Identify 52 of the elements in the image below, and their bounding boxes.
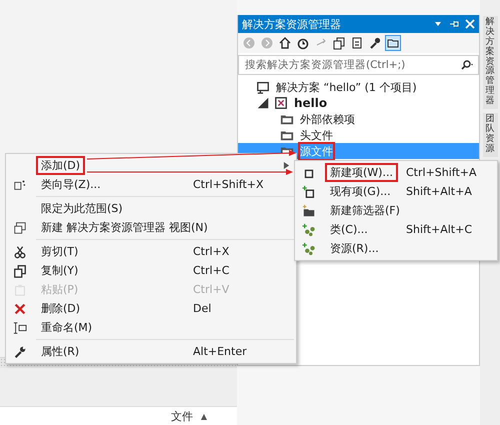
tree-item[interactable]: hello — [238, 95, 479, 111]
menu-label: 资源(R)... — [329, 241, 380, 257]
sort-indicator: ▲ — [200, 412, 207, 420]
menu-label: 属性(R) — [40, 344, 80, 360]
tree-item[interactable]: 外部依赖项 — [238, 111, 479, 127]
menu-item[interactable]: 限定为此范围(S) — [8, 199, 294, 218]
tree-label: 解决方案 “hello” (1 个项目) — [275, 80, 418, 96]
menu-label: 删除(D) — [40, 301, 82, 317]
menu-label: 添加(D) — [36, 156, 86, 175]
menu-label: 重命名(M) — [40, 320, 94, 336]
menu-label: 限定为此范围(S) — [40, 201, 124, 217]
tree-label: hello — [293, 95, 328, 112]
shortcut-text: Ctrl+Shift+A — [406, 166, 478, 179]
tree-label: 头文件 — [299, 128, 334, 144]
tree-item[interactable]: 解决方案 “hello” (1 个项目) — [238, 79, 479, 95]
panel-title: 解决方案资源管理器 — [242, 16, 342, 32]
menu-label: 类(C)... — [329, 222, 369, 238]
menu-item[interactable]: 剪切(T) Ctrl+X — [8, 242, 294, 261]
tree-label: 外部依赖项 — [299, 112, 356, 128]
menu-item[interactable]: 重命名(M) — [8, 318, 294, 337]
menu-item[interactable]: 属性(R) Alt+Enter — [8, 342, 294, 361]
side-tab[interactable]: 解决方案资源管理器 — [482, 16, 498, 110]
menu-label: 新建 解决方案资源管理器 视图(N) — [40, 220, 209, 236]
menu-label: 剪切(T) — [40, 244, 80, 260]
column-header[interactable]: 文件 — [170, 408, 193, 424]
shortcut-text: Ctrl+X — [193, 245, 230, 258]
menu-label: 类向导(Z)... — [40, 177, 102, 193]
shortcut-text: Ctrl+C — [193, 264, 230, 277]
menu-item[interactable]: 添加(D) — [8, 156, 294, 175]
menu-label: 新建项(W)... — [325, 163, 398, 182]
tree-item[interactable]: 头文件 — [238, 127, 479, 143]
menu-item[interactable]: 复制(Y) Ctrl+C — [8, 261, 294, 280]
menu-item[interactable]: 资源(R)... — [297, 239, 495, 258]
menu-item[interactable]: 删除(D) Del — [8, 299, 294, 318]
menu-item[interactable]: 现有项(G)... Shift+Alt+A — [297, 182, 495, 201]
menu-label: 新建筛选器(F) — [329, 203, 401, 219]
shortcut-text: Ctrl+V — [193, 283, 230, 296]
shortcut-text: Ctrl+Shift+X — [193, 178, 265, 191]
side-tab[interactable]: 团队资源 — [482, 113, 498, 157]
menu-item[interactable]: 类(C)... Shift+Alt+C — [297, 220, 495, 239]
search-field[interactable]: 搜索解决方案资源管理器(Ctrl+;) — [238, 55, 479, 75]
menu-item[interactable]: 新建 解决方案资源管理器 视图(N) — [8, 218, 294, 237]
shortcut-text: Shift+Alt+A — [406, 185, 473, 198]
menu-label: 现有项(G)... — [329, 184, 392, 200]
menu-item[interactable]: 新建筛选器(F) — [297, 201, 495, 220]
shortcut-text: Del — [193, 302, 212, 315]
menu-item[interactable]: 新建项(W)... Ctrl+Shift+A — [297, 163, 495, 182]
shortcut-text: Shift+Alt+C — [406, 223, 474, 236]
menu-label: 复制(Y) — [40, 263, 80, 279]
menu-item[interactable]: 类向导(Z)... Ctrl+Shift+X — [8, 175, 294, 194]
shortcut-text: Alt+Enter — [193, 345, 248, 358]
menu-label: 粘贴(P) — [40, 282, 80, 298]
